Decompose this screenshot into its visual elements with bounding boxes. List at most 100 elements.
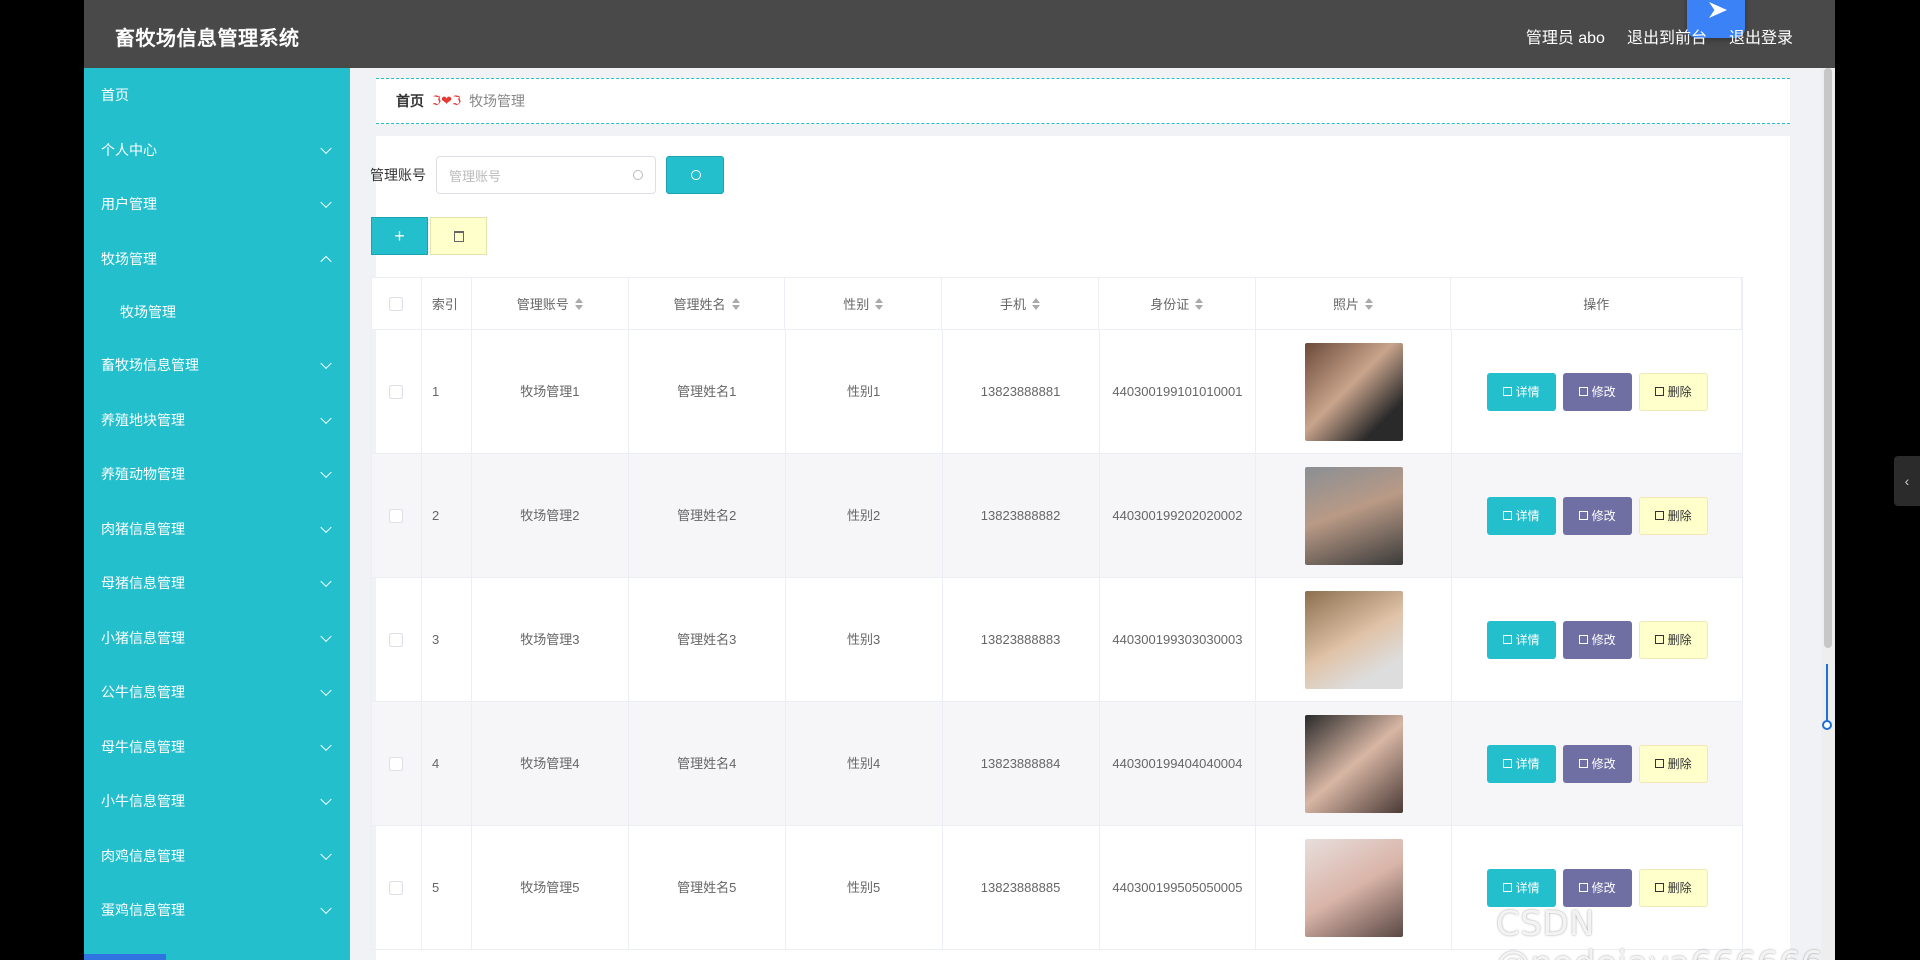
col-name-label: 管理姓名: [673, 297, 726, 312]
avatar[interactable]: [1304, 714, 1403, 813]
breadcrumb-home[interactable]: 首页: [396, 91, 424, 111]
col-account[interactable]: 管理账号: [472, 278, 629, 329]
edit-label: 修改: [1591, 384, 1616, 399]
side-collapse-tab[interactable]: ‹: [1894, 456, 1920, 506]
logout-link[interactable]: 退出登录: [1729, 24, 1793, 48]
sort-icon[interactable]: [1032, 298, 1041, 310]
select-all-checkbox[interactable]: [389, 296, 404, 311]
sidebar-item[interactable]: 肉鸡信息管理: [84, 829, 350, 884]
col-name[interactable]: 管理姓名: [629, 278, 786, 329]
avatar[interactable]: [1304, 466, 1403, 565]
sidebar-item[interactable]: 个人中心: [84, 123, 350, 178]
sidebar-item[interactable]: 用户管理: [84, 177, 350, 232]
sort-icon[interactable]: [574, 298, 583, 310]
chevron-down-icon: [320, 575, 332, 588]
delete-button[interactable]: 删除: [1638, 744, 1708, 783]
chevron-down-icon: [320, 902, 332, 915]
detail-button[interactable]: 详情: [1486, 744, 1556, 783]
sort-icon[interactable]: [875, 298, 884, 310]
sidebar-item[interactable]: 公牛信息管理: [84, 665, 350, 720]
sex-cell: 性别2: [786, 454, 943, 577]
col-ops-label: 操作: [1583, 297, 1610, 312]
add-button[interactable]: +: [371, 217, 428, 255]
idcard-value: 440300199505050005: [1112, 879, 1243, 895]
sidebar-item[interactable]: 蛋鸡信息管理: [84, 883, 350, 938]
trash-icon: [1654, 387, 1664, 396]
content-scrollbar[interactable]: [1821, 68, 1835, 960]
phone-cell: 13823888881: [943, 330, 1100, 453]
batch-delete-button[interactable]: [430, 217, 487, 255]
col-phone[interactable]: 手机: [942, 278, 1099, 329]
detail-button[interactable]: 详情: [1486, 372, 1556, 411]
delete-button[interactable]: 删除: [1638, 620, 1708, 659]
avatar[interactable]: [1304, 590, 1403, 689]
row-checkbox[interactable]: [389, 756, 404, 771]
delete-button[interactable]: 删除: [1638, 372, 1708, 411]
scrollbar-thumb[interactable]: [1824, 68, 1832, 648]
breadcrumb-separator: ℑ❤ℑ: [432, 93, 462, 108]
row-checkbox[interactable]: [389, 880, 404, 895]
search-label: 管理账号: [370, 167, 426, 183]
edit-icon: [1578, 883, 1588, 892]
search-button[interactable]: [666, 156, 724, 194]
sidebar-item[interactable]: 首页: [84, 68, 350, 123]
edit-button[interactable]: 修改: [1562, 496, 1632, 535]
sidebar-item[interactable]: 小牛信息管理: [84, 774, 350, 829]
chevron-down-icon: [320, 630, 332, 642]
sort-icon[interactable]: [731, 298, 740, 310]
sidebar-item[interactable]: 牧场管理: [84, 232, 350, 287]
avatar[interactable]: [1304, 342, 1403, 441]
index-cell: 4: [422, 702, 472, 825]
edit-button[interactable]: 修改: [1562, 620, 1632, 659]
front-link[interactable]: 退出到前台: [1627, 24, 1707, 48]
sex-cell: 性别5: [786, 826, 943, 949]
avatar[interactable]: [1304, 838, 1403, 937]
app-window: 畜牧场信息管理系统 管理员 abo 退出到前台 退出登录 首页 个人中心 用户管理牧…: [84, 0, 1835, 960]
delete-button[interactable]: 删除: [1638, 868, 1708, 907]
idcard-value: 440300199101010001: [1112, 383, 1243, 399]
drag-handle[interactable]: [1822, 664, 1832, 730]
row-select-cell: [372, 578, 422, 701]
table-row: 2 牧场管理2 管理姓名2 性别2 13823888882 440300199202020…: [371, 454, 1744, 578]
index-cell: 3: [422, 578, 472, 701]
sidebar-item[interactable]: 养殖地块管理: [84, 393, 350, 448]
row-checkbox[interactable]: [389, 384, 404, 399]
row-checkbox[interactable]: [389, 632, 404, 647]
delete-label: 删除: [1667, 632, 1692, 647]
delete-button[interactable]: 删除: [1638, 496, 1708, 535]
col-idcard[interactable]: 身份证: [1099, 278, 1256, 329]
photo-cell: [1256, 702, 1453, 825]
phone-cell: 13823888884: [943, 702, 1100, 825]
sidebar-item[interactable]: 小猪信息管理: [84, 611, 350, 666]
sidebar-item[interactable]: 畜牧场信息管理: [84, 338, 350, 393]
sidebar-item[interactable]: 母猪信息管理: [84, 556, 350, 611]
main-content: 首页 ℑ❤ℑ 牧场管理 管理账号 管理账号 + 索引 管理账号 管理姓名 性别 …: [350, 68, 1835, 960]
row-checkbox[interactable]: [389, 508, 404, 523]
table-header: 索引 管理账号 管理姓名 性别 手机 身份证 照片 操作: [371, 277, 1743, 330]
edit-label: 修改: [1591, 632, 1616, 647]
edit-button[interactable]: 修改: [1562, 744, 1632, 783]
sidebar-subitem[interactable]: 牧场管理: [84, 286, 350, 338]
sort-icon[interactable]: [1195, 298, 1204, 310]
trash-icon: [1654, 511, 1664, 520]
col-sex[interactable]: 性别: [785, 278, 943, 329]
progress-strip: [84, 954, 166, 960]
idcard-cell: 440300199303030003: [1100, 578, 1257, 701]
sort-icon[interactable]: [1365, 298, 1374, 310]
detail-label: 详情: [1515, 508, 1540, 523]
sidebar-item-label: 养殖动物管理: [101, 466, 185, 483]
ops-cell: 详情 修改 删除: [1452, 702, 1744, 825]
sidebar-item[interactable]: 养殖动物管理: [84, 447, 350, 502]
detail-button[interactable]: 详情: [1486, 620, 1556, 659]
sidebar-item[interactable]: 肉猪信息管理: [84, 502, 350, 557]
sidebar-item[interactable]: 母牛信息管理: [84, 720, 350, 775]
detail-button[interactable]: 详情: [1486, 496, 1556, 535]
search-input[interactable]: 管理账号: [436, 156, 656, 194]
edit-button[interactable]: 修改: [1562, 372, 1632, 411]
ops-cell: 详情 修改 删除: [1452, 330, 1744, 453]
detail-label: 详情: [1515, 632, 1540, 647]
chevron-down-icon: [320, 739, 332, 751]
detail-button[interactable]: 详情: [1486, 868, 1556, 907]
edit-button[interactable]: 修改: [1562, 868, 1632, 907]
col-photo[interactable]: 照片: [1256, 278, 1452, 329]
